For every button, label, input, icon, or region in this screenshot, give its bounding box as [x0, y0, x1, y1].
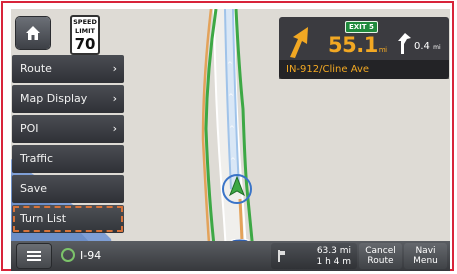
svg-text:^: ^: [230, 157, 236, 165]
chevron-right-icon: ›: [112, 62, 117, 75]
cancel-route-label-2: Route: [367, 256, 394, 266]
list-menu-button[interactable]: [17, 244, 51, 268]
distance-unit: mi: [378, 46, 387, 54]
compass-icon: [61, 248, 75, 262]
next-distance-value: 0.4: [414, 41, 430, 52]
turn-arrow-icon: [290, 27, 308, 58]
list-icon-line: [27, 259, 41, 261]
next-turn-distance: 0.4 mi: [414, 41, 441, 52]
menu-item-label: Save: [20, 182, 48, 195]
speed-limit-sign: SPEED LIMIT 70: [70, 15, 100, 55]
navi-menu-label-1: Navi: [415, 246, 436, 256]
svg-text:^: ^: [227, 61, 233, 69]
next-distance-unit: mi: [433, 44, 441, 51]
current-road-name: I-94: [80, 249, 102, 262]
exit-badge: EXIT 5: [345, 21, 378, 33]
screenshot-frame: ^ ^ ^ ^ SPEED LIMIT 70 Route › Map Displ…: [1, 1, 454, 271]
menu-item-map-display[interactable]: Map Display ›: [12, 85, 124, 113]
cancel-route-button[interactable]: Cancel Route: [359, 243, 402, 269]
next-turn-arrow-icon: [398, 33, 411, 54]
side-menu: Route › Map Display › POI › Traffic Save…: [12, 55, 124, 235]
trip-distance: 63.3 mi: [316, 246, 351, 256]
menu-item-label: Turn List: [20, 212, 67, 225]
menu-item-label: Map Display: [20, 92, 88, 105]
menu-item-poi[interactable]: POI ›: [12, 115, 124, 143]
svg-text:^: ^: [229, 125, 235, 133]
navi-menu-button[interactable]: Navi Menu: [404, 243, 447, 269]
home-icon: [26, 26, 40, 40]
trip-time: 1 h 4 m: [316, 257, 351, 267]
speed-limit-label-2: LIMIT: [75, 27, 95, 35]
next-road-name: IN-912/Cline Ave: [279, 60, 449, 79]
menu-item-label: Route: [20, 62, 52, 75]
chevron-right-icon: ›: [112, 122, 117, 135]
navi-menu-label-2: Menu: [413, 256, 438, 266]
distance-value: 55.1: [328, 33, 378, 57]
chevron-right-icon: ›: [112, 92, 117, 105]
trip-info[interactable]: 63.3 mi 1 h 4 m: [271, 243, 357, 269]
home-button[interactable]: [16, 17, 50, 49]
distance-to-turn: 55.1mi: [328, 33, 387, 57]
speed-limit-value: 70: [74, 35, 96, 53]
svg-text:^: ^: [228, 93, 234, 101]
list-icon-line: [27, 255, 41, 257]
nav-screen: ^ ^ ^ ^ SPEED LIMIT 70 Route › Map Displ…: [11, 9, 450, 271]
menu-item-traffic[interactable]: Traffic: [12, 145, 124, 173]
menu-item-save[interactable]: Save: [12, 175, 124, 203]
menu-item-route[interactable]: Route ›: [12, 55, 124, 83]
speed-limit-label-1: SPEED: [73, 18, 97, 26]
guidance-panel[interactable]: EXIT 5 55.1mi 0.4 mi IN-912/Cline Ave: [279, 17, 449, 79]
list-icon-line: [27, 251, 41, 253]
menu-item-turn-list[interactable]: Turn List: [12, 205, 124, 233]
cancel-route-label-1: Cancel: [365, 246, 396, 256]
destination-flag-icon: [278, 250, 285, 262]
menu-item-label: POI: [20, 122, 39, 135]
bottom-bar: I-94 63.3 mi 1 h 4 m Cancel Route Navi M…: [11, 241, 450, 271]
menu-item-label: Traffic: [20, 152, 54, 165]
current-road: I-94: [61, 245, 266, 267]
